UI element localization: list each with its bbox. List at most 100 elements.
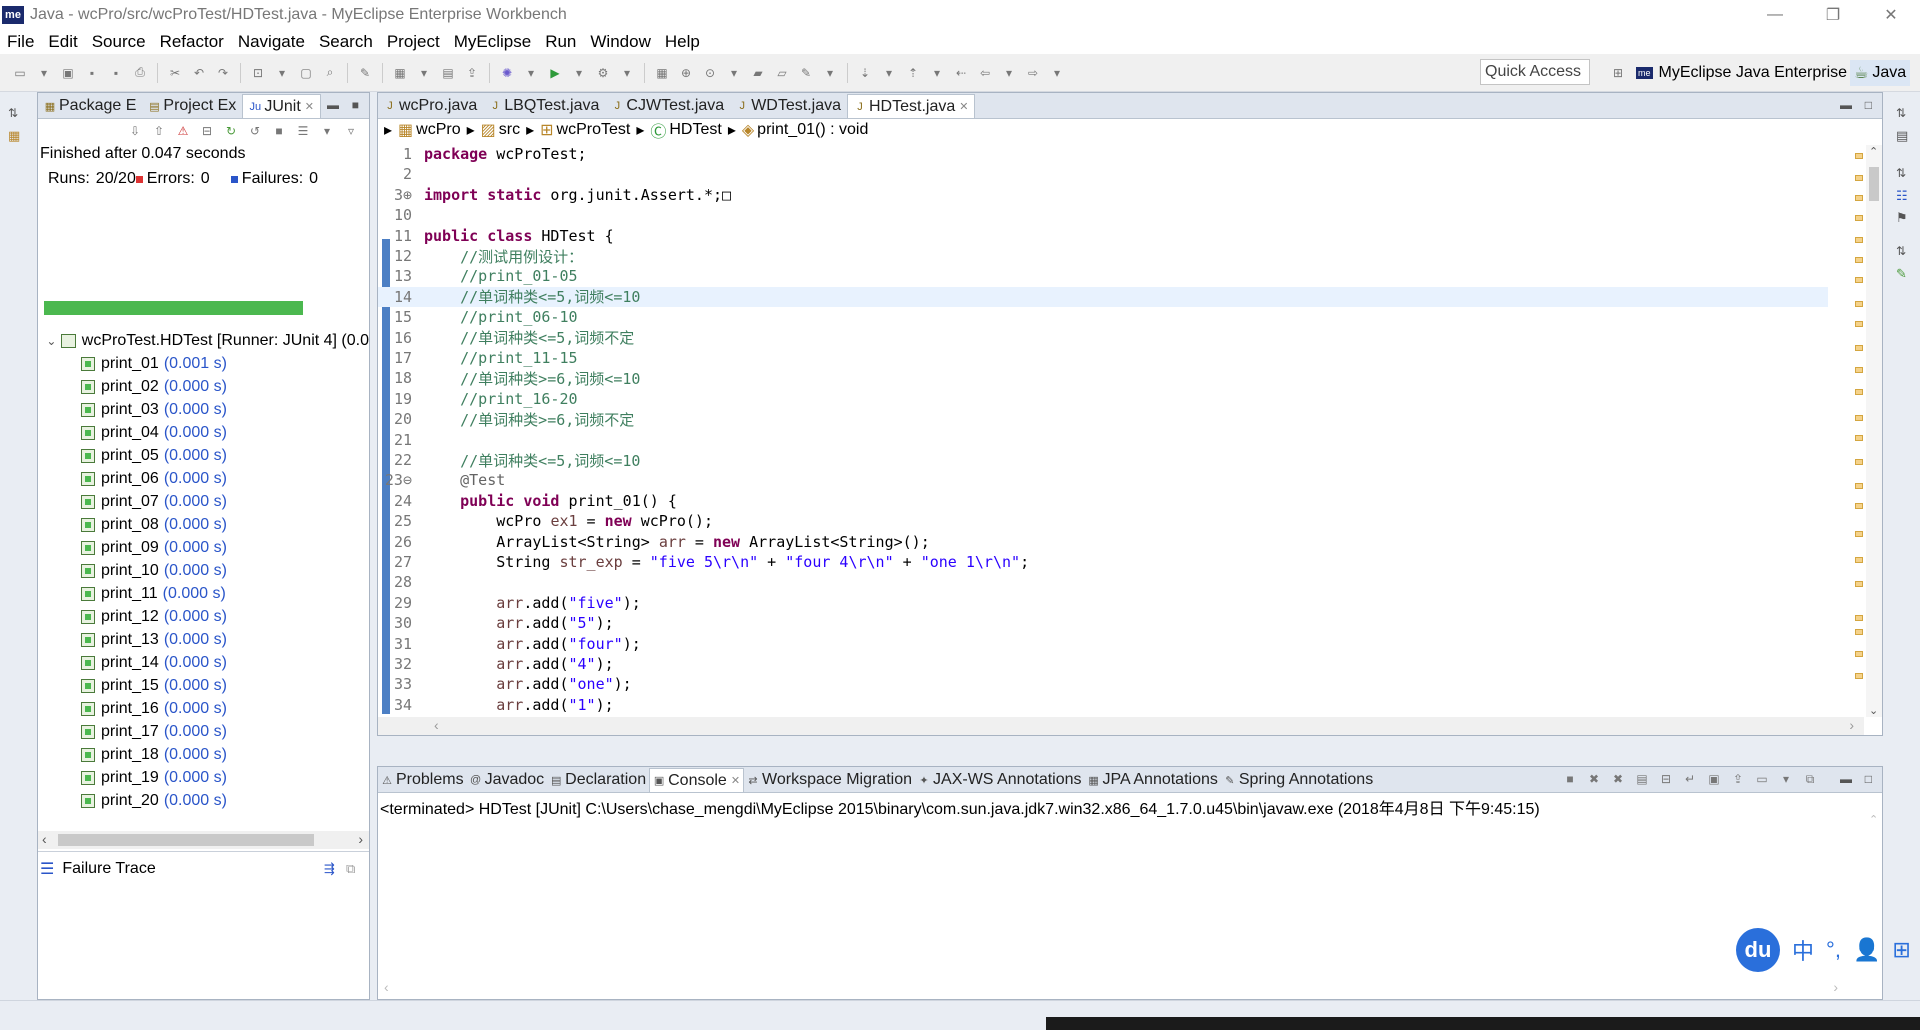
open-console-icon[interactable]: ▾ xyxy=(1778,771,1794,787)
close-icon[interactable]: ✕ xyxy=(305,100,314,113)
dropdown-icon[interactable]: ▾ xyxy=(726,65,742,81)
close-icon[interactable]: ✕ xyxy=(731,774,740,787)
maximize-icon[interactable]: ■ xyxy=(352,98,359,112)
menu-edit[interactable]: Edit xyxy=(41,32,84,52)
test-item[interactable]: print_19 (0.000 s) xyxy=(38,766,369,789)
display-console-icon[interactable]: ▭ xyxy=(1754,771,1770,787)
hierarchy-icon[interactable]: ☷ xyxy=(1896,188,1908,204)
scroll-left-icon[interactable]: ‹ xyxy=(42,831,47,847)
overview-marker[interactable] xyxy=(1855,195,1863,201)
code-line[interactable]: 21 xyxy=(378,430,1828,450)
scroll-down-icon[interactable]: ⌄ xyxy=(1869,704,1878,717)
dropdown-icon[interactable]: ▾ xyxy=(274,65,290,81)
breadcrumb-chevron-icon[interactable]: ▸ xyxy=(384,120,392,140)
scroll-lock-icon[interactable]: ⊟ xyxy=(1658,771,1674,787)
tab-problems[interactable]: ⚠ Problems xyxy=(378,768,467,792)
test-item[interactable]: print_15 (0.000 s) xyxy=(38,674,369,697)
next-failure-icon[interactable]: ⇩ xyxy=(127,123,143,139)
debug-icon[interactable]: ✺ xyxy=(499,65,515,81)
dropdown-icon[interactable]: ▾ xyxy=(619,65,635,81)
test-item[interactable]: print_08 (0.000 s) xyxy=(38,513,369,536)
bookmark-icon[interactable]: ✎ xyxy=(1896,266,1907,282)
code-line[interactable]: 16 //单词种类<=5,词频不定 xyxy=(378,328,1828,348)
menu-refactor[interactable]: Refactor xyxy=(153,32,231,52)
outline-icon[interactable]: ▤ xyxy=(1896,128,1908,144)
tab-package-explorer[interactable]: ▦ Package E xyxy=(38,94,142,118)
menu-myeclipse[interactable]: MyEclipse xyxy=(447,32,538,52)
overview-marker[interactable] xyxy=(1855,277,1863,283)
new-server-icon[interactable]: ▣ xyxy=(60,65,76,81)
tasks-icon[interactable]: ⚑ xyxy=(1896,210,1908,226)
restore-icon[interactable]: ⇅ xyxy=(1896,106,1906,120)
new-dropdown-icon[interactable]: ▾ xyxy=(36,65,52,81)
minimize-icon[interactable]: ▬ xyxy=(1840,98,1852,112)
run-icon[interactable]: ▶ xyxy=(547,65,563,81)
breadcrumb-chevron-icon[interactable]: ▸ xyxy=(526,120,534,140)
back-icon[interactable]: ⇦ xyxy=(977,65,993,81)
tab-spring-annotations[interactable]: ✎ Spring Annotations xyxy=(1221,768,1376,792)
overview-marker[interactable] xyxy=(1855,503,1863,509)
breadcrumb-item[interactable]: HDTest xyxy=(669,121,721,139)
dropdown-icon[interactable]: ▾ xyxy=(523,65,539,81)
code-line[interactable]: 13 //print_01-05 xyxy=(378,266,1828,286)
restore-icon[interactable]: ⇅ xyxy=(1896,244,1906,258)
browse-icon[interactable]: ▤ xyxy=(440,65,456,81)
breadcrumb-item[interactable]: wcPro xyxy=(416,121,460,139)
tab-jax-ws-annotations[interactable]: ✦ JAX-WS Annotations xyxy=(915,768,1085,792)
test-item[interactable]: print_02 (0.000 s) xyxy=(38,375,369,398)
open-resource-icon[interactable]: ▢ xyxy=(298,65,314,81)
overview-marker[interactable] xyxy=(1855,237,1863,243)
compare-icon[interactable]: ⧉ xyxy=(346,861,355,877)
clear-console-icon[interactable]: ▤ xyxy=(1634,771,1650,787)
scroll-left-icon[interactable]: ‹ xyxy=(434,717,439,733)
ime-toolbar[interactable]: du 中 °, 👤 ⊞ xyxy=(1736,928,1911,972)
open-perspective-icon[interactable]: ⊞ xyxy=(1610,65,1626,81)
run-server-icon[interactable]: ▦ xyxy=(392,65,408,81)
scroll-up-icon[interactable]: ⌃ xyxy=(1869,145,1878,158)
show-failures-only-icon[interactable]: ⚠ xyxy=(175,123,191,139)
new-class-icon[interactable]: ⊙ xyxy=(702,65,718,81)
perspective-myeclipse-button[interactable]: me MyEclipse Java Enterprise xyxy=(1636,60,1847,86)
rerun-failed-first-icon[interactable]: ↺ xyxy=(247,123,263,139)
code-line[interactable]: 20 //单词种类>=6,词频不定 xyxy=(378,409,1828,429)
tree-hscrollbar[interactable]: ‹ › xyxy=(38,831,369,849)
close-button[interactable]: ✕ xyxy=(1862,0,1920,30)
filter-stack-icon[interactable]: ⇶ xyxy=(324,861,335,877)
breadcrumb-item[interactable]: print_01() : void xyxy=(757,121,868,139)
test-item[interactable]: print_16 (0.000 s) xyxy=(38,697,369,720)
overview-marker[interactable] xyxy=(1855,483,1863,489)
menu-project[interactable]: Project xyxy=(380,32,447,52)
punctuation-icon[interactable]: °, xyxy=(1826,937,1841,963)
scroll-right-icon[interactable]: › xyxy=(1849,717,1854,733)
code-line[interactable]: 12 //测试用例设计： xyxy=(378,246,1828,266)
test-tree-root[interactable]: ⌄ wcProTest.HDTest [Runner: JUnit 4] (0.… xyxy=(38,329,369,352)
print-icon[interactable]: ⎙ xyxy=(132,65,148,81)
scroll-right-icon[interactable]: › xyxy=(358,831,363,847)
breadcrumb-item[interactable]: src xyxy=(499,121,520,139)
code-line[interactable]: 10 xyxy=(378,205,1828,225)
restore-button[interactable]: ❐ xyxy=(1804,0,1862,30)
show-on-output-icon[interactable]: ▣ xyxy=(1706,771,1722,787)
code-line[interactable]: 22 //单词种类<=5,词频<=10 xyxy=(378,450,1828,470)
tab-declaration[interactable]: ▤ Declaration xyxy=(547,768,649,792)
code-line[interactable]: 17 //print_11-15 xyxy=(378,348,1828,368)
new-console-icon[interactable]: ⧉ xyxy=(1802,771,1818,787)
menu-navigate[interactable]: Navigate xyxy=(231,32,312,52)
remove-launch-icon[interactable]: ✖ xyxy=(1586,771,1602,787)
overview-marker[interactable] xyxy=(1855,557,1863,563)
menu-run[interactable]: Run xyxy=(538,32,583,52)
editor-hscrollbar[interactable]: ‹ › xyxy=(378,717,1864,735)
overview-marker[interactable] xyxy=(1855,459,1863,465)
new-java-project-icon[interactable]: ▦ xyxy=(654,65,670,81)
scrollbar-thumb[interactable] xyxy=(1869,167,1879,201)
test-item[interactable]: print_18 (0.000 s) xyxy=(38,743,369,766)
tab-javadoc[interactable]: @ Javadoc xyxy=(467,768,548,792)
menu-file[interactable]: File xyxy=(0,32,41,52)
code-line[interactable]: 24 public void print_01() { xyxy=(378,491,1828,511)
minimize-button[interactable]: — xyxy=(1746,0,1804,30)
rerun-test-icon[interactable]: ↻ xyxy=(223,123,239,139)
test-item[interactable]: print_13 (0.000 s) xyxy=(38,628,369,651)
grid-menu-icon[interactable]: ⊞ xyxy=(1892,937,1910,963)
breadcrumb-item[interactable]: wcProTest xyxy=(557,121,631,139)
word-wrap-icon[interactable]: ↵ xyxy=(1682,771,1698,787)
